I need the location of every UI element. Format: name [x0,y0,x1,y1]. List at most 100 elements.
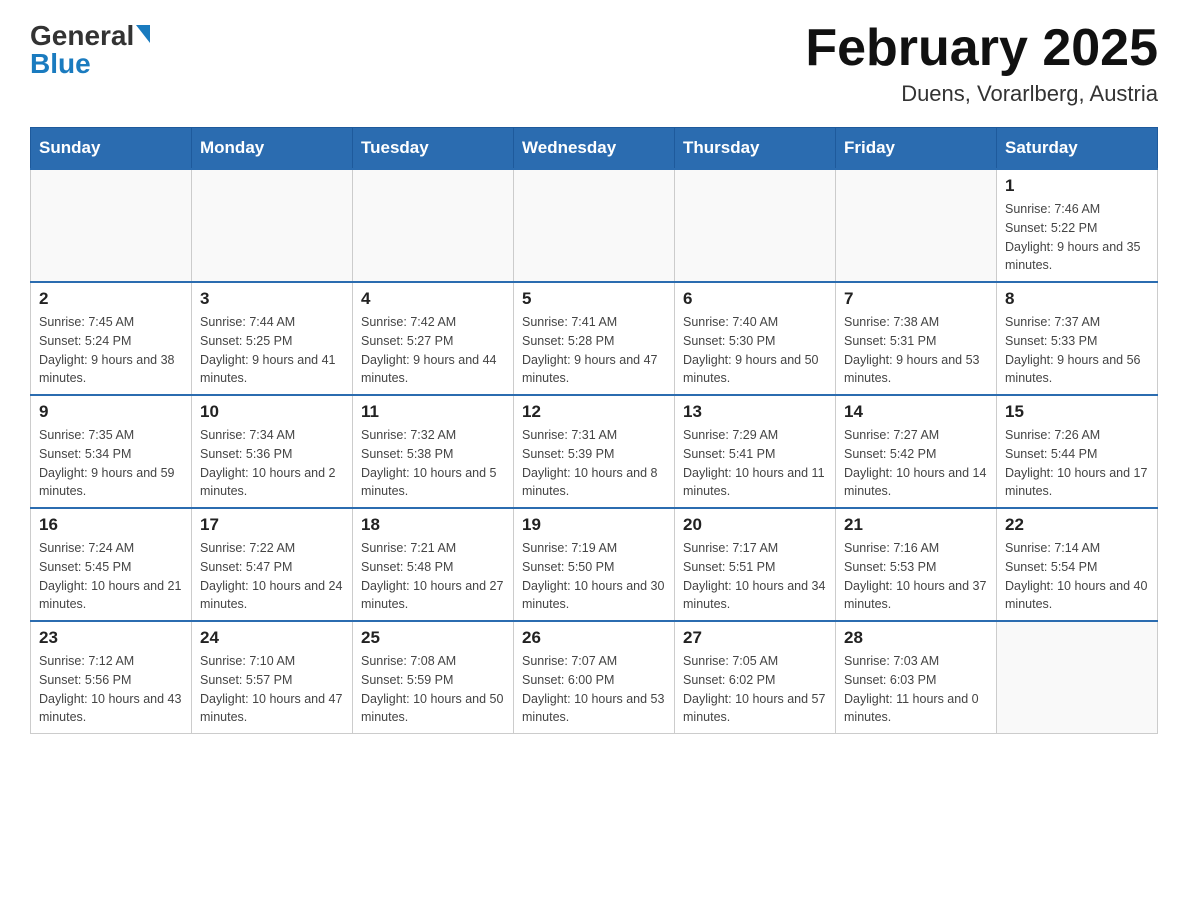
logo-blue-text: Blue [30,48,91,80]
day-number: 28 [844,628,988,648]
calendar-cell: 26 Sunrise: 7:07 AMSunset: 6:00 PMDayligh… [514,621,675,734]
weekday-header-monday: Monday [192,128,353,170]
day-number: 3 [200,289,344,309]
calendar-cell: 24Sunrise: 7:10 AMSunset: 5:57 PMDayligh… [192,621,353,734]
weekday-header-thursday: Thursday [675,128,836,170]
calendar-cell: 21 Sunrise: 7:16 AMSunset: 5:53 PMDayligh… [836,508,997,621]
day-number: 9 [39,402,183,422]
calendar-cell: 1 Sunrise: 7:46 AMSunset: 5:22 PMDaylight… [997,169,1158,282]
calendar-cell: 2 Sunrise: 7:45 AMSunset: 5:24 PMDaylight… [31,282,192,395]
calendar-cell: 5Sunrise: 7:41 AMSunset: 5:28 PMDaylight… [514,282,675,395]
day-info: Sunrise: 7:24 AMSunset: 5:45 PMDaylight:… [39,539,183,614]
calendar-cell [997,621,1158,734]
day-info: Sunrise: 7:03 AMSunset: 6:03 PMDaylight:… [844,652,988,727]
day-number: 16 [39,515,183,535]
day-info: Sunrise: 7:07 AMSunset: 6:00 PMDaylight:… [522,652,666,727]
day-info: Sunrise: 7:38 AMSunset: 5:31 PMDaylight:… [844,313,988,388]
calendar-cell: 15 Sunrise: 7:26 AMSunset: 5:44 PMDayligh… [997,395,1158,508]
weekday-header-friday: Friday [836,128,997,170]
day-number: 26 [522,628,666,648]
page-header: General Blue February 2025 Duens, Vorarl… [30,20,1158,107]
day-info: Sunrise: 7:21 AMSunset: 5:48 PMDaylight:… [361,539,505,614]
day-number: 12 [522,402,666,422]
week-row-2: 2 Sunrise: 7:45 AMSunset: 5:24 PMDaylight… [31,282,1158,395]
calendar-cell: 4 Sunrise: 7:42 AMSunset: 5:27 PMDaylight… [353,282,514,395]
calendar-cell [353,169,514,282]
calendar-cell: 28 Sunrise: 7:03 AMSunset: 6:03 PMDayligh… [836,621,997,734]
calendar-cell: 17 Sunrise: 7:22 AMSunset: 5:47 PMDayligh… [192,508,353,621]
weekday-header-tuesday: Tuesday [353,128,514,170]
day-number: 8 [1005,289,1149,309]
day-info: Sunrise: 7:35 AMSunset: 5:34 PMDaylight:… [39,426,183,501]
day-number: 18 [361,515,505,535]
calendar-cell: 16 Sunrise: 7:24 AMSunset: 5:45 PMDayligh… [31,508,192,621]
day-info: Sunrise: 7:41 AMSunset: 5:28 PMDaylight:… [522,313,666,388]
calendar-cell: 3 Sunrise: 7:44 AMSunset: 5:25 PMDaylight… [192,282,353,395]
calendar-cell: 23Sunrise: 7:12 AMSunset: 5:56 PMDayligh… [31,621,192,734]
day-info: Sunrise: 7:17 AMSunset: 5:51 PMDaylight:… [683,539,827,614]
day-info: Sunrise: 7:32 AMSunset: 5:38 PMDaylight:… [361,426,505,501]
day-number: 7 [844,289,988,309]
day-info: Sunrise: 7:44 AMSunset: 5:25 PMDaylight:… [200,313,344,388]
day-number: 21 [844,515,988,535]
calendar-cell: 22 Sunrise: 7:14 AMSunset: 5:54 PMDayligh… [997,508,1158,621]
day-number: 6 [683,289,827,309]
day-info: Sunrise: 7:14 AMSunset: 5:54 PMDaylight:… [1005,539,1149,614]
weekday-header-wednesday: Wednesday [514,128,675,170]
calendar-cell: 13 Sunrise: 7:29 AMSunset: 5:41 PMDayligh… [675,395,836,508]
title-area: February 2025 Duens, Vorarlberg, Austria [805,20,1158,107]
day-number: 4 [361,289,505,309]
day-info: Sunrise: 7:27 AMSunset: 5:42 PMDaylight:… [844,426,988,501]
calendar-cell [31,169,192,282]
week-row-5: 23Sunrise: 7:12 AMSunset: 5:56 PMDayligh… [31,621,1158,734]
day-info: Sunrise: 7:29 AMSunset: 5:41 PMDaylight:… [683,426,827,501]
day-number: 22 [1005,515,1149,535]
calendar-cell [192,169,353,282]
day-number: 24 [200,628,344,648]
day-info: Sunrise: 7:46 AMSunset: 5:22 PMDaylight:… [1005,200,1149,275]
day-number: 14 [844,402,988,422]
calendar-cell: 27Sunrise: 7:05 AMSunset: 6:02 PMDayligh… [675,621,836,734]
calendar-cell [675,169,836,282]
month-title: February 2025 [805,20,1158,77]
day-info: Sunrise: 7:26 AMSunset: 5:44 PMDaylight:… [1005,426,1149,501]
calendar-cell: 19Sunrise: 7:19 AMSunset: 5:50 PMDayligh… [514,508,675,621]
day-info: Sunrise: 7:12 AMSunset: 5:56 PMDaylight:… [39,652,183,727]
weekday-header-sunday: Sunday [31,128,192,170]
calendar-cell: 18 Sunrise: 7:21 AMSunset: 5:48 PMDayligh… [353,508,514,621]
weekday-header-saturday: Saturday [997,128,1158,170]
day-number: 20 [683,515,827,535]
logo-triangle-icon [136,25,150,43]
calendar-cell [836,169,997,282]
day-number: 10 [200,402,344,422]
day-info: Sunrise: 7:40 AMSunset: 5:30 PMDaylight:… [683,313,827,388]
day-info: Sunrise: 7:45 AMSunset: 5:24 PMDaylight:… [39,313,183,388]
week-row-4: 16 Sunrise: 7:24 AMSunset: 5:45 PMDayligh… [31,508,1158,621]
day-number: 2 [39,289,183,309]
day-number: 15 [1005,402,1149,422]
day-info: Sunrise: 7:34 AMSunset: 5:36 PMDaylight:… [200,426,344,501]
day-info: Sunrise: 7:22 AMSunset: 5:47 PMDaylight:… [200,539,344,614]
day-number: 1 [1005,176,1149,196]
weekday-header-row: SundayMondayTuesdayWednesdayThursdayFrid… [31,128,1158,170]
day-info: Sunrise: 7:31 AMSunset: 5:39 PMDaylight:… [522,426,666,501]
calendar-cell: 25Sunrise: 7:08 AMSunset: 5:59 PMDayligh… [353,621,514,734]
calendar-cell: 10 Sunrise: 7:34 AMSunset: 5:36 PMDayligh… [192,395,353,508]
day-number: 25 [361,628,505,648]
logo: General Blue [30,20,150,80]
day-number: 19 [522,515,666,535]
calendar-table: SundayMondayTuesdayWednesdayThursdayFrid… [30,127,1158,734]
calendar-cell [514,169,675,282]
calendar-cell: 7 Sunrise: 7:38 AMSunset: 5:31 PMDaylight… [836,282,997,395]
day-number: 17 [200,515,344,535]
calendar-cell: 14 Sunrise: 7:27 AMSunset: 5:42 PMDayligh… [836,395,997,508]
day-number: 11 [361,402,505,422]
location-subtitle: Duens, Vorarlberg, Austria [805,81,1158,107]
day-info: Sunrise: 7:42 AMSunset: 5:27 PMDaylight:… [361,313,505,388]
day-info: Sunrise: 7:16 AMSunset: 5:53 PMDaylight:… [844,539,988,614]
calendar-cell: 9 Sunrise: 7:35 AMSunset: 5:34 PMDaylight… [31,395,192,508]
day-info: Sunrise: 7:05 AMSunset: 6:02 PMDaylight:… [683,652,827,727]
calendar-cell: 6 Sunrise: 7:40 AMSunset: 5:30 PMDaylight… [675,282,836,395]
calendar-cell: 11 Sunrise: 7:32 AMSunset: 5:38 PMDayligh… [353,395,514,508]
day-number: 13 [683,402,827,422]
